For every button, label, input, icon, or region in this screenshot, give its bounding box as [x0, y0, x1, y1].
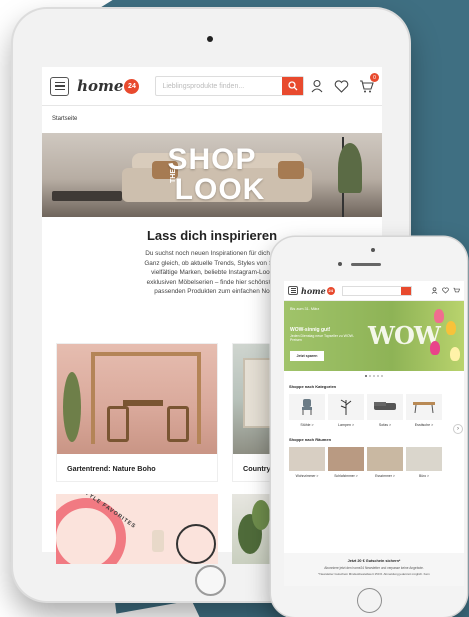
banner-cta-button[interactable]: Jetzt sparen	[290, 351, 324, 361]
room-item[interactable]: Büro >	[406, 447, 442, 487]
header-icons: 0	[310, 73, 379, 93]
logo-badge: 24	[124, 78, 140, 94]
header-icons	[431, 287, 460, 294]
search-button[interactable]	[400, 286, 411, 295]
newsletter-title: Jetzt 20 € Gutschein sichern*	[347, 559, 401, 563]
category-item[interactable]: Stühle >	[289, 394, 325, 434]
trend-card-nature-boho[interactable]: Gartentrend: Nature Boho	[56, 343, 218, 482]
banner-subtext: Jeden Dienstag neue Topseller zu WOW-Pre…	[290, 334, 355, 342]
hero-title-look: LOOK	[174, 173, 266, 206]
banner-wow-text: WOW	[368, 321, 441, 350]
nature-boho-image	[57, 344, 217, 454]
phone-screen: home 24 Bis zum 31. März WOW-sinnig gut!…	[284, 281, 464, 586]
banner-headline: WOW-sinnig gut!	[290, 327, 331, 333]
sofa-icon	[374, 402, 396, 410]
cart-count-badge: 0	[370, 73, 379, 82]
room-label: Esszimmer >	[375, 474, 395, 478]
newsletter-disclaimer: *Newsletter Gutschein Mindestbestellwert…	[318, 572, 430, 576]
home24-logo[interactable]: home 24	[301, 286, 335, 296]
phone-camera	[338, 262, 342, 266]
category-item[interactable]: Sofas >	[367, 394, 403, 434]
search-button[interactable]	[282, 77, 303, 95]
room-label: Wohnzimmer >	[295, 474, 319, 478]
rooms-heading: Shoppe nach Räumen	[289, 437, 332, 442]
room-item[interactable]: Wohnzimmer >	[289, 447, 325, 487]
tablet-home-button[interactable]	[195, 565, 226, 596]
logo-badge: 24	[326, 286, 335, 295]
room-list: Wohnzimmer > Schlafzimmer > Esszimmer > …	[284, 447, 464, 487]
banner-date: Bis zum 31. März	[290, 307, 320, 311]
phone-device: home 24 Bis zum 31. März WOW-sinnig gut!…	[271, 237, 467, 617]
phone-home-button[interactable]	[357, 588, 382, 613]
breadcrumb[interactable]: Startseite	[42, 106, 382, 133]
logo-text: home	[301, 285, 326, 296]
search-bar	[341, 285, 412, 296]
stage: home 24 Lieblingsprodukte finden... 0 St…	[0, 0, 469, 617]
categories-heading: Shoppe nach Kategorien	[289, 384, 337, 389]
search-bar: Lieblingsprodukte finden...	[155, 76, 304, 96]
room-label: Schlafzimmer >	[334, 474, 358, 478]
chevron-right-icon[interactable]: ›	[453, 424, 463, 434]
hamburger-menu-icon[interactable]	[288, 286, 298, 295]
hero-title-shop: SHOP	[167, 143, 257, 176]
hero-title-the: THE	[170, 169, 177, 183]
search-input[interactable]	[343, 287, 401, 295]
wow-banner[interactable]: Bis zum 31. März WOW-sinnig gut! Jeden D…	[284, 301, 464, 371]
search-icon	[287, 81, 297, 91]
lamp-icon	[340, 399, 352, 415]
cart-icon[interactable]: 0	[359, 73, 379, 93]
phone-sensor	[371, 248, 375, 252]
newsletter-line: Abonniere jetzt den home24 Newsletter un…	[324, 566, 424, 570]
shop-the-look-hero[interactable]: SHOP LOOK THE	[42, 133, 382, 217]
category-item[interactable]: Lampen >	[328, 394, 364, 434]
category-label: Stühle >	[300, 423, 314, 427]
category-label: Sofas >	[378, 423, 392, 427]
room-item[interactable]: Esszimmer >	[367, 447, 403, 487]
category-label: Lampen >	[337, 423, 355, 427]
user-icon[interactable]	[431, 287, 438, 294]
hamburger-menu-icon[interactable]	[50, 76, 70, 96]
category-list: Stühle > Lampen > Sofas > Esstische >	[284, 394, 464, 434]
room-label: Büro >	[418, 474, 430, 478]
carousel-dots[interactable]	[284, 371, 464, 381]
heart-icon[interactable]	[442, 287, 449, 294]
user-icon[interactable]	[310, 79, 324, 93]
phone-speaker	[351, 263, 381, 266]
heart-icon[interactable]	[334, 79, 349, 93]
card-caption: Gartentrend: Nature Boho	[67, 464, 156, 473]
tablet-header: home 24 Lieblingsprodukte finden... 0	[42, 67, 382, 106]
phone-header: home 24	[284, 281, 464, 301]
style-favorites-card[interactable]: STYLE FAVORITES	[56, 494, 218, 564]
newsletter-footer: Jetzt 20 € Gutschein sichern* Abonniere …	[284, 553, 464, 586]
cart-icon[interactable]	[453, 287, 460, 294]
search-input[interactable]: Lieblingsprodukte finden...	[156, 77, 282, 95]
category-label: Esstische >	[414, 423, 434, 427]
category-item[interactable]: Esstische >	[406, 394, 442, 434]
room-item[interactable]: Schlafzimmer >	[328, 447, 364, 487]
tablet-camera	[207, 36, 213, 42]
home24-logo[interactable]: home 24	[77, 77, 140, 95]
chair-icon	[302, 399, 312, 415]
logo-text: home	[77, 77, 124, 95]
table-icon	[413, 402, 435, 414]
